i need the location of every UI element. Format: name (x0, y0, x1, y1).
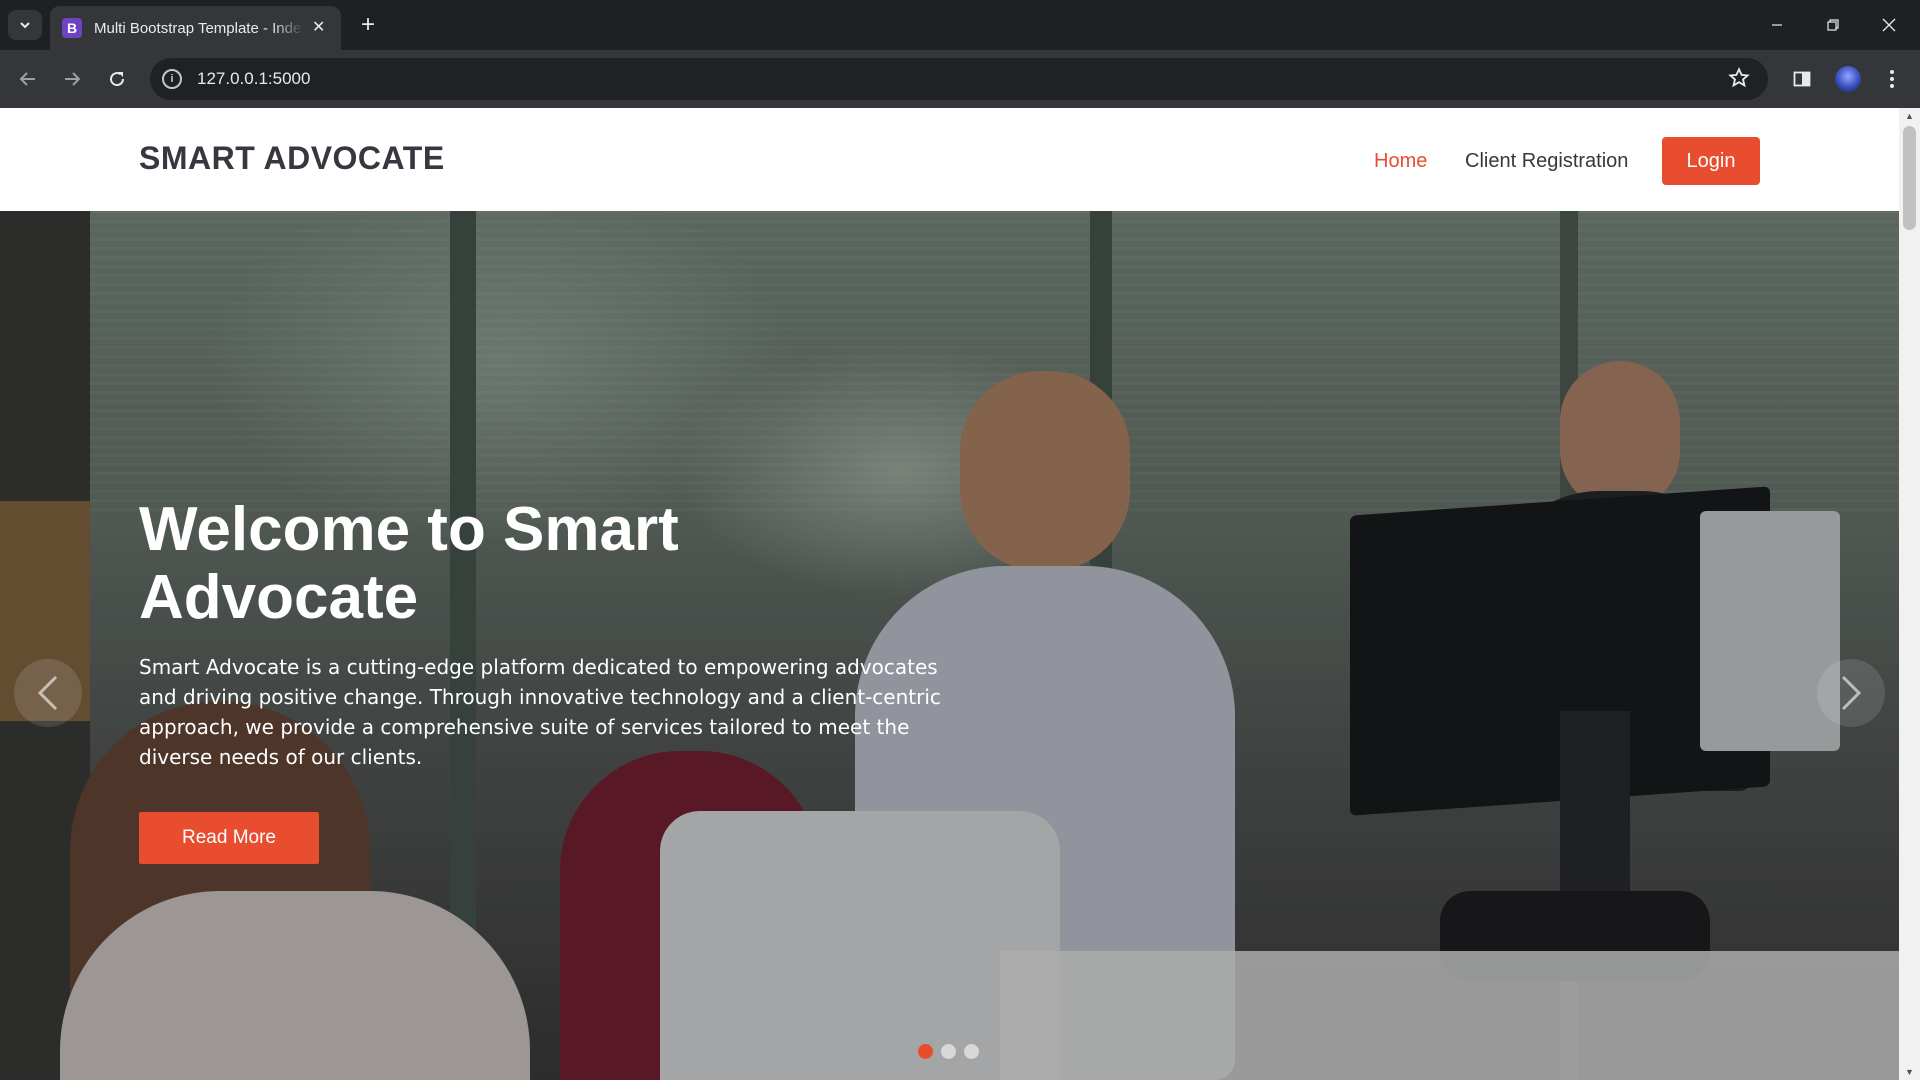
forward-icon[interactable] (56, 63, 88, 95)
tab-title: Multi Bootstrap Template - Index (94, 19, 304, 37)
restore-icon[interactable] (1810, 10, 1856, 40)
url-text[interactable]: 127.0.0.1:5000 (197, 69, 310, 89)
browser-toolbar: i 127.0.0.1:5000 (0, 50, 1920, 108)
hero-title: Welcome to Smart Advocate (139, 495, 679, 633)
address-bar[interactable]: i 127.0.0.1:5000 (150, 58, 1768, 100)
tab-favicon-icon: B (62, 18, 82, 38)
carousel-dot-1[interactable] (918, 1044, 933, 1059)
scrollbar-thumb[interactable] (1903, 126, 1916, 230)
hero-description: Smart Advocate is a cutting-edge platfor… (139, 655, 941, 770)
hero-content: Welcome to Smart Advocate Smart Advocate… (139, 495, 969, 865)
chevron-right-icon (1841, 675, 1862, 711)
menu-kebab-icon[interactable] (1876, 63, 1908, 95)
hero-carousel: Welcome to Smart Advocate Smart Advocate… (0, 211, 1899, 1080)
reload-icon[interactable] (101, 63, 133, 95)
scroll-down-icon[interactable]: ▼ (1899, 1064, 1920, 1080)
site-header: SMART ADVOCATE Home Client Registration … (0, 108, 1899, 211)
login-button[interactable]: Login (1662, 137, 1760, 185)
new-tab-icon[interactable]: + (354, 12, 382, 40)
site-info-icon[interactable]: i (162, 69, 182, 89)
profile-button[interactable] (1832, 63, 1864, 95)
window-close-icon[interactable] (1866, 10, 1912, 40)
tab-search-icon[interactable] (8, 10, 42, 40)
site-logo[interactable]: SMART ADVOCATE (139, 140, 445, 177)
carousel-dot-3[interactable] (964, 1044, 979, 1059)
read-more-button[interactable]: Read More (139, 812, 319, 865)
carousel-dot-2[interactable] (941, 1044, 956, 1059)
close-icon[interactable]: ✕ (312, 20, 325, 36)
carousel-next-button[interactable] (1817, 659, 1885, 727)
carousel-prev-button[interactable] (14, 659, 82, 727)
minimize-icon[interactable] (1754, 10, 1800, 40)
browser-tab[interactable]: B Multi Bootstrap Template - Index ✕ (50, 6, 341, 50)
nav-client-registration-link[interactable]: Client Registration (1465, 150, 1628, 173)
nav-home-link[interactable]: Home (1374, 150, 1427, 173)
page-scrollbar[interactable]: ▲ ▼ (1899, 108, 1920, 1080)
browser-tabstrip: B Multi Bootstrap Template - Index ✕ + (0, 0, 1920, 50)
back-icon[interactable] (12, 63, 44, 95)
carousel-indicators (918, 1044, 979, 1059)
chevron-left-icon (37, 675, 58, 711)
page-viewport: SMART ADVOCATE Home Client Registration … (0, 108, 1920, 1080)
scroll-up-icon[interactable]: ▲ (1899, 108, 1920, 124)
avatar (1835, 66, 1861, 92)
bookmark-star-icon[interactable] (1728, 67, 1750, 94)
side-panel-icon[interactable] (1786, 63, 1818, 95)
